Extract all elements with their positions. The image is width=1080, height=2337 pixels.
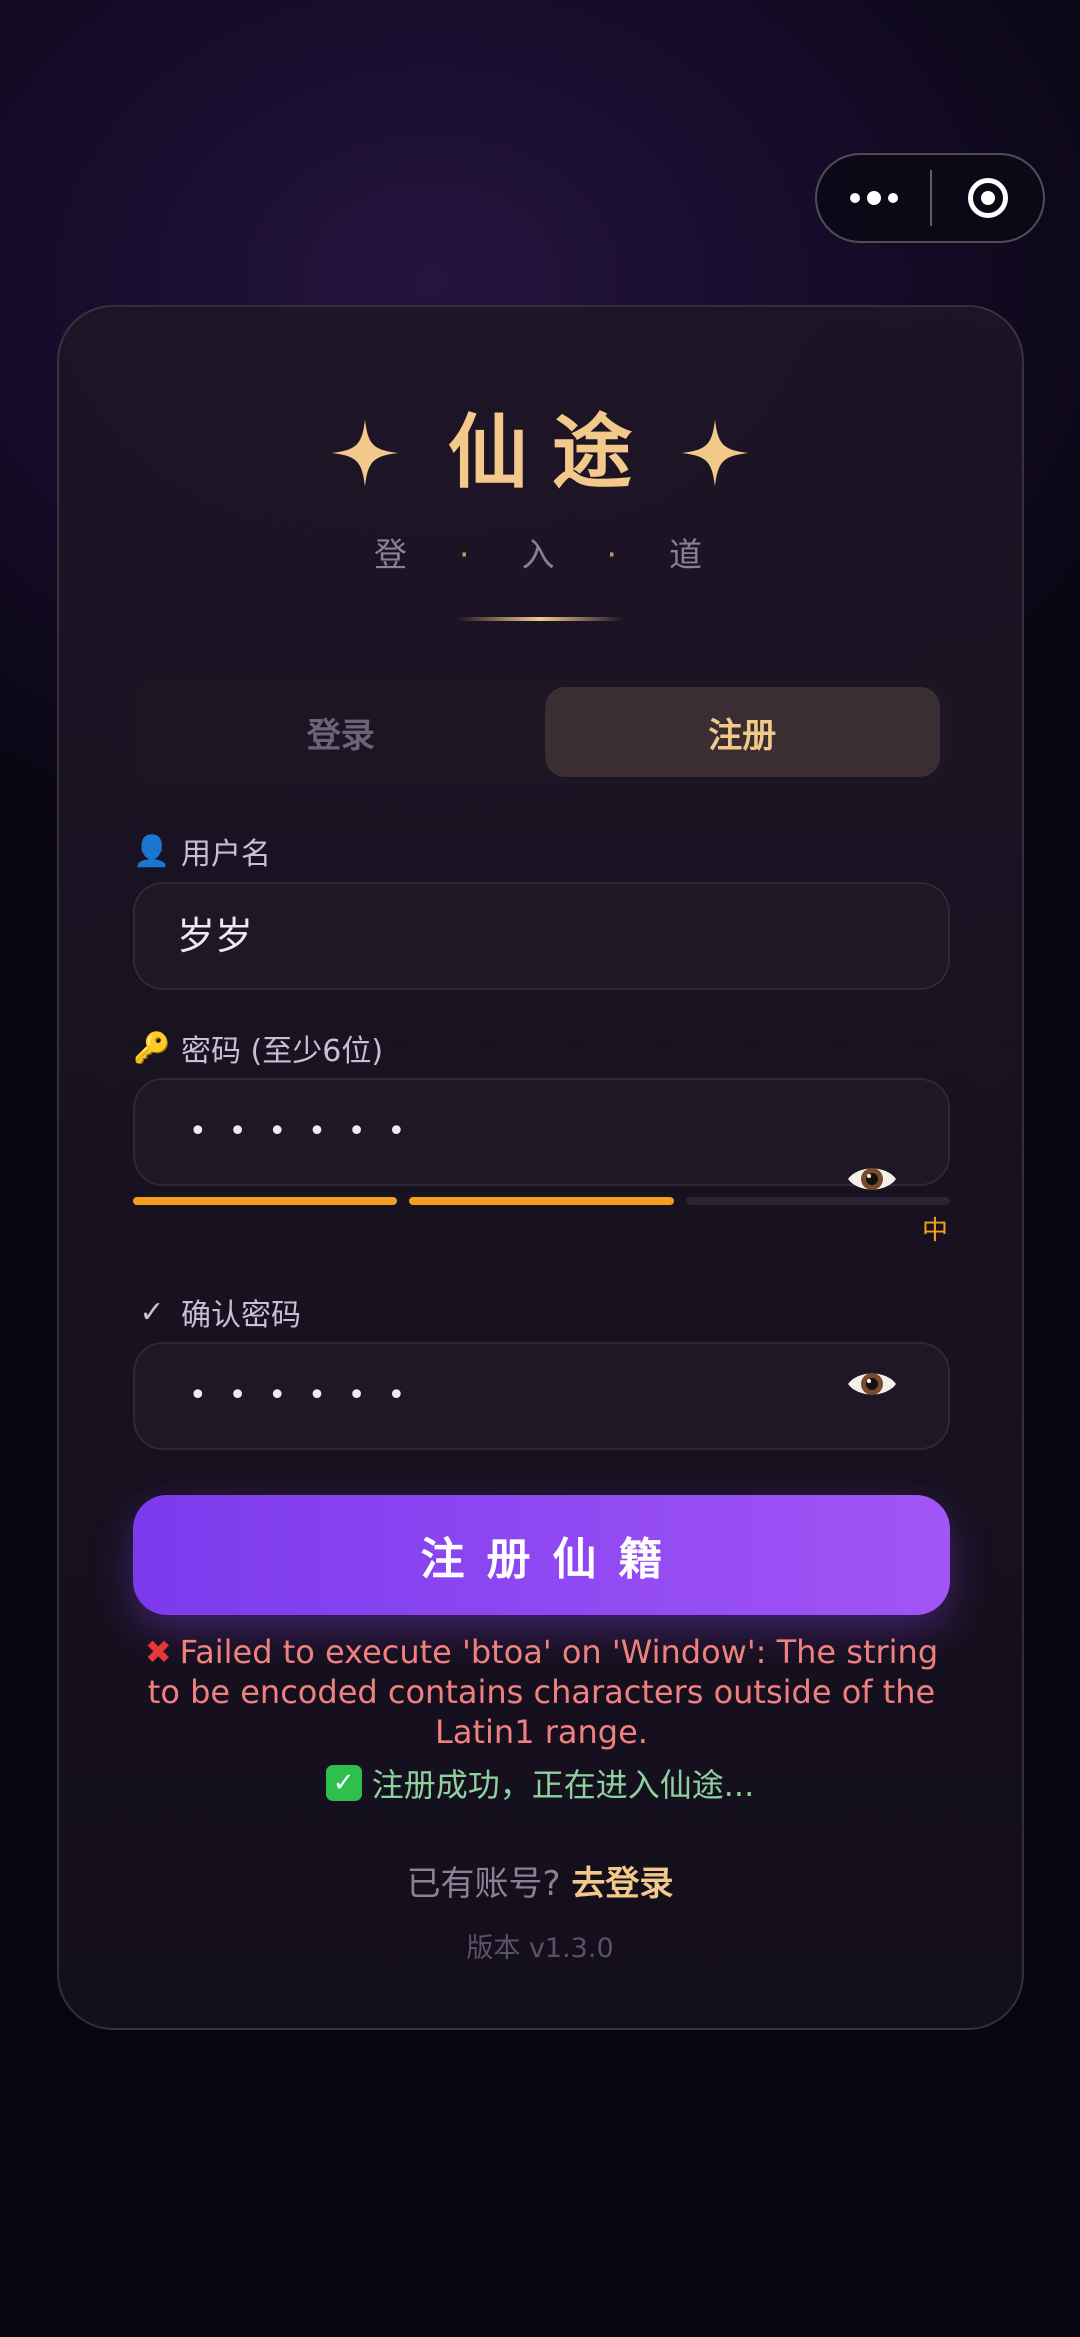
register-submit-button[interactable]: 注册仙籍 bbox=[133, 1495, 950, 1615]
username-label-text: 用户名 bbox=[181, 837, 271, 872]
confirm-label-text: 确认密码 bbox=[181, 1298, 301, 1333]
confirm-label: ✓ 确认密码 bbox=[133, 1290, 301, 1334]
password-masked-value: •••••• bbox=[189, 1114, 428, 1149]
password-strength-bar bbox=[133, 1197, 950, 1205]
more-dots-icon[interactable] bbox=[817, 155, 930, 241]
password-label-text: 密码 (至少6位) bbox=[181, 1034, 384, 1069]
username-label: 👤 用户名 bbox=[133, 829, 271, 873]
submit-label: 注册仙籍 bbox=[420, 1534, 685, 1585]
auth-tabs: 登录 注册 bbox=[133, 677, 950, 787]
password-strength-text: 中 bbox=[922, 1216, 949, 1246]
subtitle-part: 入 bbox=[521, 535, 559, 574]
check-mark-icon: ✓ bbox=[139, 1294, 165, 1330]
sparkle-icon bbox=[681, 419, 749, 487]
eye-icon[interactable] bbox=[846, 1161, 898, 1197]
app-subtitle: 登 · 入 · 道 bbox=[0, 528, 1080, 576]
password-label: 🔑 密码 (至少6位) bbox=[133, 1026, 383, 1070]
subtitle-separator: · bbox=[459, 535, 474, 574]
subtitle-separator: · bbox=[606, 535, 621, 574]
strength-segment bbox=[133, 1197, 398, 1205]
username-input[interactable]: 岁岁 bbox=[133, 882, 950, 990]
have-account-text: 已有账号? bbox=[406, 1864, 561, 1904]
go-login-link[interactable]: 去登录 bbox=[571, 1864, 673, 1904]
key-icon: 🔑 bbox=[133, 1030, 171, 1066]
confirm-password-input[interactable]: •••••• bbox=[133, 1342, 950, 1450]
title-divider bbox=[456, 617, 624, 621]
app-title: 仙途 bbox=[448, 406, 656, 499]
subtitle-part: 道 bbox=[669, 535, 706, 574]
password-input[interactable]: •••••• bbox=[133, 1078, 950, 1186]
error-message: ✖ Failed to execute 'btoa' on 'Window': T… bbox=[133, 1632, 950, 1752]
confirm-masked-value: •••••• bbox=[189, 1378, 428, 1413]
sparkle-icon bbox=[331, 419, 399, 487]
success-text: 注册成功，正在进入仙途... bbox=[371, 1766, 755, 1804]
version-text: 版本 v1.3.0 bbox=[466, 1933, 614, 1964]
strength-segment bbox=[685, 1197, 950, 1205]
success-check-icon: ✓ bbox=[325, 1765, 362, 1801]
login-prompt: 已有账号? 去登录 bbox=[0, 1856, 1080, 1905]
user-icon: 👤 bbox=[133, 833, 171, 869]
tab-register[interactable]: 注册 bbox=[544, 687, 940, 777]
error-x-icon: ✖ bbox=[144, 1633, 172, 1671]
target-circle-icon[interactable] bbox=[932, 178, 1043, 218]
mini-program-capsule bbox=[815, 153, 1045, 243]
title-row: 仙途 bbox=[0, 408, 1080, 498]
eye-icon[interactable] bbox=[846, 1366, 898, 1402]
success-message: ✓ 注册成功，正在进入仙途... bbox=[0, 1760, 1080, 1806]
error-text: Failed to execute 'btoa' on 'Window': Th… bbox=[147, 1633, 939, 1751]
username-value: 岁岁 bbox=[177, 914, 254, 958]
subtitle-part: 登 bbox=[374, 535, 411, 574]
strength-segment bbox=[409, 1197, 674, 1205]
tab-login[interactable]: 登录 bbox=[143, 687, 539, 777]
